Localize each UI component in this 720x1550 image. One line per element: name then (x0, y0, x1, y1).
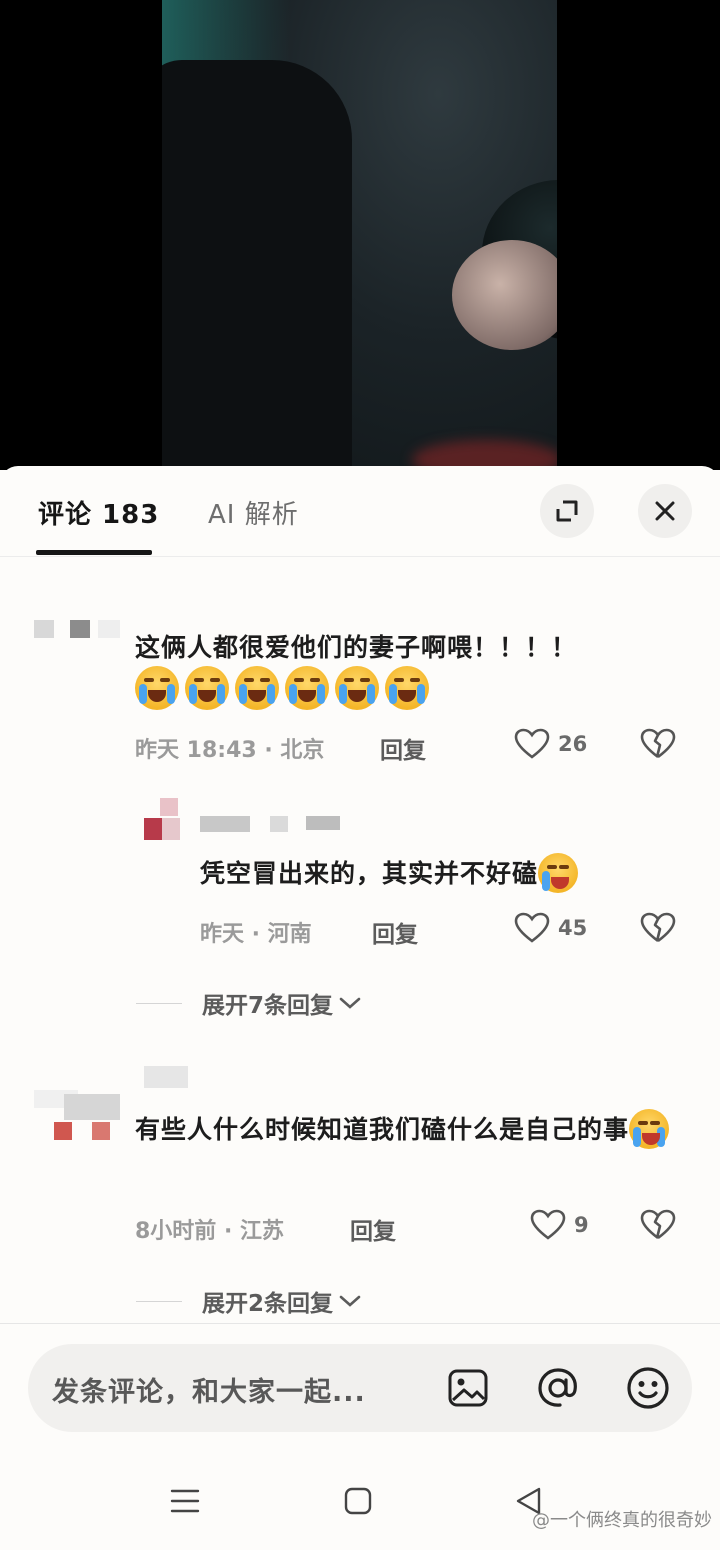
crying-emoji-icon (285, 666, 329, 710)
crying-emoji-icon (185, 666, 229, 710)
laughing-emoji-icon (538, 853, 579, 893)
cry-emoji-group (135, 666, 435, 710)
expand-replies-button[interactable]: 展开2条回复 (136, 1284, 361, 1318)
tab-comments[interactable]: 评论 183 (38, 494, 159, 531)
reply-meta: 昨天 · 河南 (200, 922, 312, 947)
heart-icon (514, 728, 550, 759)
mention-button[interactable] (534, 1364, 582, 1412)
watermark: @一个俩终真的很奇妙 (532, 1510, 712, 1531)
heart-icon (514, 912, 550, 943)
video-player[interactable] (0, 0, 720, 470)
like-count: 26 (558, 732, 588, 756)
video-frame (162, 0, 557, 470)
crying-emoji-icon (385, 666, 429, 710)
divider-line (136, 1002, 182, 1004)
close-icon (655, 501, 675, 521)
expand-replies-label: 展开7条回复 (202, 993, 334, 1019)
reply-text: 凭空冒出来的，其实并不好磕 (200, 853, 690, 895)
image-icon (448, 1369, 488, 1407)
comment-sheet: 评论 183 AI 解析 这俩人都很爱他们的妻子啊喂！！！！ 昨天 18:43 … (0, 466, 720, 1550)
expand-replies-button[interactable]: 展开7条回复 (136, 986, 361, 1020)
home-button[interactable] (343, 1486, 373, 1520)
like-button[interactable]: 45 (514, 912, 587, 944)
tab-ai-analysis[interactable]: AI 解析 (208, 494, 299, 531)
menu-button[interactable] (170, 1486, 200, 1520)
reply-button[interactable]: 回复 (372, 915, 418, 949)
dislike-button[interactable] (640, 728, 676, 764)
menu-icon (170, 1489, 200, 1513)
at-icon (538, 1368, 577, 1407)
expand-replies-label: 展开2条回复 (202, 1291, 334, 1317)
emoji-button[interactable] (624, 1364, 672, 1412)
divider-line (136, 1300, 182, 1302)
input-divider (0, 1323, 720, 1324)
dislike-button[interactable] (640, 1209, 676, 1245)
comment-input-placeholder: 发条评论，和大家一起... (52, 1377, 366, 1408)
like-button[interactable]: 9 (530, 1209, 589, 1241)
tab-bar: 评论 183 AI 解析 (0, 466, 720, 557)
broken-heart-icon (640, 912, 676, 943)
tab-underline (36, 550, 152, 555)
like-count: 45 (558, 916, 588, 940)
expand-button[interactable] (540, 484, 594, 538)
like-count: 9 (574, 1213, 589, 1237)
avatar[interactable] (34, 618, 124, 644)
home-icon (344, 1487, 372, 1515)
comment-meta: 8小时前 · 江苏 (135, 1219, 284, 1244)
chevron-down-icon (339, 997, 361, 1009)
broken-heart-icon (640, 1209, 676, 1240)
reply-button[interactable]: 回复 (380, 731, 426, 765)
reply-button[interactable]: 回复 (350, 1212, 396, 1246)
broken-heart-icon (640, 728, 676, 759)
comment-text: 有些人什么时候知道我们磕什么是自己的事 (135, 1109, 675, 1151)
emoji-icon (627, 1367, 669, 1409)
crying-emoji-icon (135, 666, 179, 710)
chevron-down-icon (339, 1295, 361, 1307)
heart-icon (530, 1209, 566, 1240)
crying-emoji-icon (235, 666, 279, 710)
comment-text: 这俩人都很爱他们的妻子啊喂！！！！ (135, 628, 605, 712)
image-button[interactable] (444, 1364, 492, 1412)
like-button[interactable]: 26 (514, 728, 587, 760)
crying-emoji-icon (335, 666, 379, 710)
laughing-emoji-icon (629, 1109, 670, 1149)
comment-meta: 昨天 18:43 · 北京 (135, 738, 325, 763)
comment-input[interactable]: 发条评论，和大家一起... (28, 1344, 692, 1432)
dislike-button[interactable] (640, 912, 676, 948)
close-button[interactable] (638, 484, 692, 538)
expand-icon (556, 500, 578, 522)
reply-avatar[interactable] (144, 796, 344, 850)
